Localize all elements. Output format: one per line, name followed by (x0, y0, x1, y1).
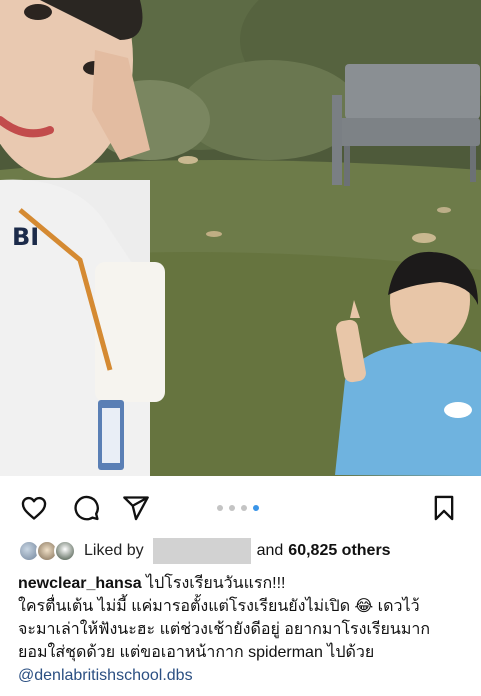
post-action-bar (0, 476, 481, 538)
caption-title: ไปโรงเรียนวันแรก!!! (141, 575, 286, 592)
post-photo[interactable]: BI (0, 0, 481, 476)
post-image: BI (0, 0, 481, 476)
bookmark-outline-icon (434, 495, 454, 521)
comment-bubble-icon (74, 495, 99, 521)
carousel-dot-active (253, 505, 259, 511)
heart-outline-icon (21, 496, 47, 520)
paper-plane-icon (123, 496, 149, 521)
like-button[interactable] (18, 492, 50, 524)
svg-text:BI: BI (12, 223, 39, 251)
caption-line: newclear_hansa ไปโรงเรียนวันแรก!!! (18, 572, 470, 595)
liker-avatars[interactable] (18, 540, 80, 562)
caption-mention-link[interactable]: @denlabritishschool.dbs (18, 664, 470, 687)
comment-button[interactable] (70, 492, 102, 524)
avatar (54, 540, 76, 562)
post-caption: newclear_hansa ไปโรงเรียนวันแรก!!! ใครตื… (18, 572, 470, 687)
caption-line: ยอมใส่ชุดด้วย แต่ขอเอาหน้ากาก spiderman … (18, 644, 375, 661)
share-button[interactable] (120, 492, 152, 524)
carousel-dot (241, 505, 247, 511)
carousel-dot (229, 505, 235, 511)
caption-line: จะมาเล่าให้ฟังนะฮะ แต่ช่วงเช้ายังดีอยู่ … (18, 621, 431, 638)
caption-line: ใครตื่นเต้น ไม่มี้ แค่มารอตั้งแต่โรงเรีย… (18, 598, 420, 615)
likes-row: Liked by and 60,825 others (18, 538, 391, 564)
carousel-dot (217, 505, 223, 511)
likes-count-link[interactable]: 60,825 others (288, 542, 390, 560)
liked-by-label: Liked by (84, 542, 144, 559)
save-button[interactable] (428, 492, 460, 524)
caption-username[interactable]: newclear_hansa (18, 575, 142, 592)
carousel-indicator (217, 505, 259, 511)
and-label: and (256, 542, 284, 559)
redacted-username (152, 538, 251, 564)
